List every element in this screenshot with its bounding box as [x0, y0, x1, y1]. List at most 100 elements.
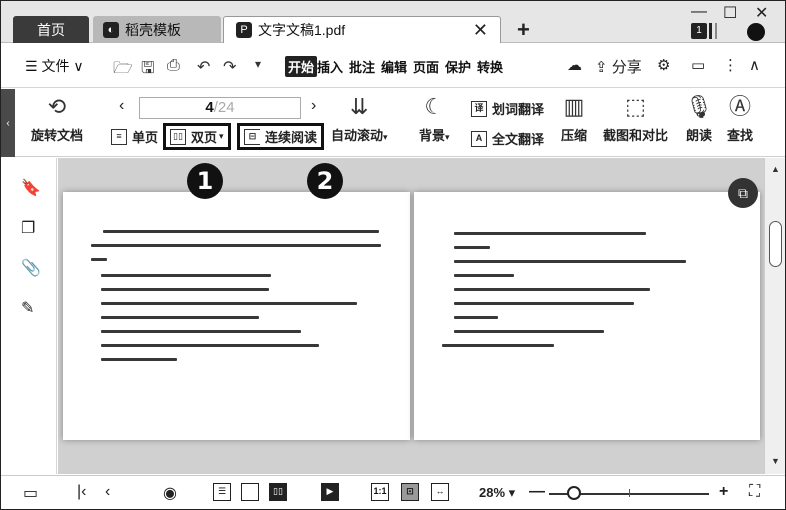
- text-line: [91, 244, 381, 247]
- page-number-input[interactable]: 4/24: [139, 97, 301, 119]
- zoom-slider-knob[interactable]: [567, 486, 581, 500]
- open-folder-icon[interactable]: 🗁: [113, 57, 133, 84]
- fullscreen-icon[interactable]: ⛶: [749, 483, 760, 501]
- text-line: [101, 302, 357, 305]
- print-icon[interactable]: ⎙: [167, 57, 180, 75]
- text-line: [454, 232, 646, 235]
- tab-page[interactable]: 页面: [413, 57, 439, 76]
- full-translate-icon: A: [471, 130, 487, 147]
- panel-icon[interactable]: ▭: [23, 483, 38, 503]
- sidebar-toggle-icon[interactable]: ‹: [1, 89, 15, 157]
- single-page-button[interactable]: ≡ 单页: [111, 127, 158, 146]
- full-translate-button[interactable]: A 全文翻译: [471, 129, 544, 148]
- pages-icon[interactable]: ❐: [21, 218, 35, 238]
- file-menu[interactable]: ☰ 文件 ∨: [25, 56, 84, 76]
- comment-icon[interactable]: ▭: [691, 56, 705, 74]
- actual-size-icon[interactable]: 1:1: [371, 483, 389, 501]
- tab-home[interactable]: 首页: [13, 16, 89, 43]
- zoom-level[interactable]: 28% ▾: [479, 485, 515, 501]
- compress-icon: ▥: [563, 94, 585, 119]
- screenshot-icon: ⬚: [625, 94, 646, 119]
- continuous-reading-label: 连续阅读: [265, 130, 318, 145]
- avatar[interactable]: [747, 23, 765, 41]
- tab-comment[interactable]: 批注: [349, 57, 375, 76]
- redo-icon[interactable]: ↷: [223, 57, 236, 77]
- fit-width-icon[interactable]: ↔: [431, 483, 449, 501]
- continuous-reading-button[interactable]: ⊟ 连续阅读: [237, 123, 325, 150]
- quick-access-dropdown-icon[interactable]: ▾: [255, 57, 261, 71]
- auto-scroll-button[interactable]: ⇊ 自动滚动▾: [331, 95, 388, 144]
- layout-icon[interactable]: [709, 23, 717, 39]
- close-window-button[interactable]: ✕: [755, 3, 768, 23]
- double-view-icon[interactable]: ▯▯: [269, 483, 287, 501]
- floating-tool-icon[interactable]: ⧉: [728, 178, 758, 208]
- share-button[interactable]: ⇪ 分享: [595, 56, 642, 77]
- single-view-icon[interactable]: [241, 483, 259, 501]
- background-label: 背景▾: [419, 128, 450, 143]
- single-page-label: 单页: [132, 130, 159, 145]
- text-line: [454, 246, 490, 249]
- find-label: 查找: [727, 128, 754, 143]
- zoom-out-icon[interactable]: —: [529, 483, 545, 501]
- compress-button[interactable]: ▥ 压缩: [561, 95, 587, 144]
- screenshot-compare-button[interactable]: ⬚ 截图和对比: [603, 95, 668, 144]
- zoom-in-icon[interactable]: +: [719, 483, 728, 501]
- zoom-slider-tick: [629, 489, 630, 497]
- text-line: [101, 288, 269, 291]
- close-tab-icon[interactable]: ✕: [473, 20, 488, 41]
- callout-2: 2: [307, 163, 343, 199]
- play-icon[interactable]: ▶: [321, 483, 339, 501]
- tab-edit[interactable]: 编辑: [381, 57, 407, 76]
- pdf-file-icon: P: [236, 22, 252, 38]
- double-page-dropdown-icon: ▾: [219, 131, 224, 141]
- double-page-button[interactable]: ▯▯ 双页 ▾: [163, 123, 231, 150]
- notification-badge[interactable]: 1: [691, 23, 707, 39]
- fit-page-icon[interactable]: ⊡: [401, 483, 419, 501]
- tab-convert[interactable]: 转换: [477, 57, 503, 76]
- add-tab-button[interactable]: +: [517, 17, 530, 43]
- undo-icon[interactable]: ↶: [197, 57, 210, 77]
- read-aloud-label: 朗读: [685, 128, 712, 143]
- scrollbar-thumb[interactable]: [769, 221, 782, 267]
- tab-document[interactable]: P 文字文稿1.pdf ✕: [223, 16, 501, 43]
- first-page-icon[interactable]: |‹: [77, 483, 86, 501]
- tab-protect[interactable]: 保护: [445, 57, 471, 76]
- scroll-down-icon[interactable]: ▼: [771, 456, 780, 466]
- bookmark-icon[interactable]: 🔖: [21, 178, 41, 198]
- continuous-view-icon[interactable]: ☰: [213, 483, 231, 501]
- share-label: 分享: [611, 59, 642, 76]
- next-page-icon[interactable]: ›: [311, 97, 316, 115]
- text-line: [101, 274, 271, 277]
- text-line: [101, 358, 177, 361]
- read-aloud-button[interactable]: 🎙 朗读: [685, 95, 713, 144]
- document-viewport[interactable]: ⧉: [58, 158, 764, 474]
- find-button[interactable]: Ⓐ 查找: [727, 95, 753, 144]
- compress-label: 压缩: [561, 128, 588, 143]
- text-line: [103, 230, 379, 233]
- background-button[interactable]: ☾ 背景▾: [419, 95, 450, 144]
- search-icon: Ⓐ: [729, 94, 752, 119]
- paperclip-icon[interactable]: 📎: [21, 258, 41, 278]
- cloud-sync-icon[interactable]: ☁: [567, 56, 582, 74]
- word-translate-button[interactable]: 译 划词翻译: [471, 99, 544, 118]
- settings-icon[interactable]: ⚙: [657, 56, 670, 74]
- maximize-button[interactable]: ☐: [723, 3, 737, 23]
- rotate-document-button[interactable]: ⟲ 旋转文档: [31, 95, 83, 144]
- collapse-ribbon-icon[interactable]: ∧: [749, 56, 760, 74]
- screenshot-compare-label: 截图和对比: [603, 128, 669, 143]
- prev-page-icon[interactable]: ‹: [119, 97, 124, 115]
- more-icon[interactable]: ⋮: [723, 56, 738, 74]
- minimize-button[interactable]: —: [691, 3, 707, 21]
- eye-icon[interactable]: ◉: [163, 483, 177, 503]
- tab-start[interactable]: 开始: [285, 56, 318, 77]
- vertical-scrollbar[interactable]: ▲ ▼: [764, 158, 785, 474]
- pen-icon[interactable]: ✎: [21, 298, 34, 318]
- tab-document-label: 文字文稿1.pdf: [258, 22, 346, 38]
- prev-page-status-icon[interactable]: ‹: [105, 483, 110, 501]
- callout-1: 1: [187, 163, 223, 199]
- word-translate-label: 划词翻译: [492, 102, 545, 117]
- scroll-up-icon[interactable]: ▲: [771, 164, 780, 174]
- save-icon[interactable]: 🖫: [141, 57, 155, 84]
- tab-templates[interactable]: ◐ 稻壳模板: [93, 16, 221, 43]
- tab-insert[interactable]: 插入: [317, 57, 343, 76]
